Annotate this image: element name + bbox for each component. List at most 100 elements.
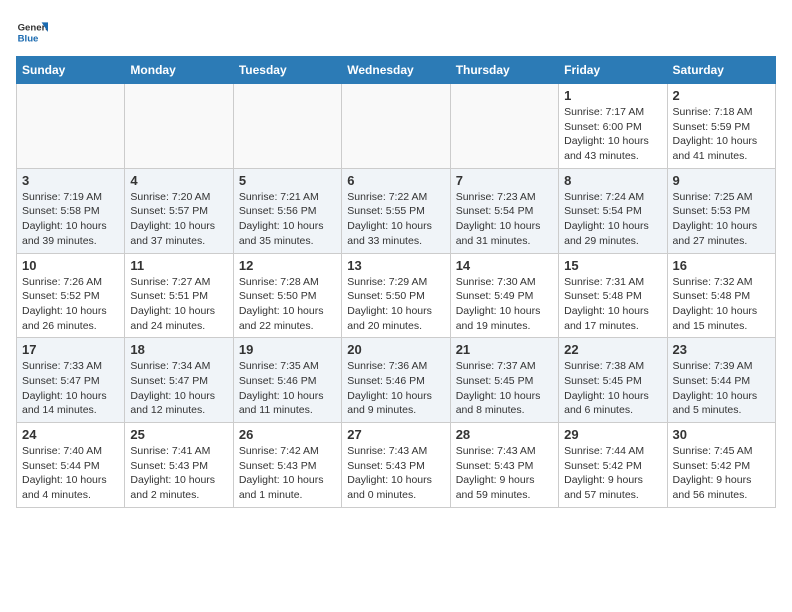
day-number: 12 <box>239 258 336 273</box>
day-number: 21 <box>456 342 553 357</box>
day-number: 6 <box>347 173 444 188</box>
day-number: 22 <box>564 342 661 357</box>
page-header: General Blue <box>16 16 776 48</box>
day-number: 5 <box>239 173 336 188</box>
calendar-cell: 26 Sunrise: 7:42 AM Sunset: 5:43 PM Dayli… <box>233 423 341 508</box>
day-info: Sunrise: 7:32 AM Sunset: 5:48 PM Dayligh… <box>673 275 770 334</box>
day-info: Sunrise: 7:33 AM Sunset: 5:47 PM Dayligh… <box>22 359 119 418</box>
day-info: Sunrise: 7:43 AM Sunset: 5:43 PM Dayligh… <box>456 444 553 503</box>
calendar-cell: 15 Sunrise: 7:31 AM Sunset: 5:48 PM Dayli… <box>559 253 667 338</box>
weekday-header-thursday: Thursday <box>450 57 558 84</box>
calendar-cell: 7 Sunrise: 7:23 AM Sunset: 5:54 PM Daylig… <box>450 168 558 253</box>
week-row-1: 1Sunrise: 7:17 AM Sunset: 6:00 PM Daylig… <box>17 84 776 169</box>
day-number: 24 <box>22 427 119 442</box>
week-row-3: 10Sunrise: 7:26 AM Sunset: 5:52 PM Dayli… <box>17 253 776 338</box>
calendar-cell <box>17 84 125 169</box>
day-info: Sunrise: 7:38 AM Sunset: 5:45 PM Dayligh… <box>564 359 661 418</box>
calendar-cell: 25Sunrise: 7:41 AM Sunset: 5:43 PM Dayli… <box>125 423 233 508</box>
day-info: Sunrise: 7:28 AM Sunset: 5:50 PM Dayligh… <box>239 275 336 334</box>
calendar-cell: 17 Sunrise: 7:33 AM Sunset: 5:47 PM Dayli… <box>17 338 125 423</box>
day-info: Sunrise: 7:45 AM Sunset: 5:42 PM Dayligh… <box>673 444 770 503</box>
day-info: Sunrise: 7:40 AM Sunset: 5:44 PM Dayligh… <box>22 444 119 503</box>
day-info: Sunrise: 7:42 AM Sunset: 5:43 PM Dayligh… <box>239 444 336 503</box>
day-number: 7 <box>456 173 553 188</box>
day-info: Sunrise: 7:39 AM Sunset: 5:44 PM Dayligh… <box>673 359 770 418</box>
day-info: Sunrise: 7:34 AM Sunset: 5:47 PM Dayligh… <box>130 359 227 418</box>
calendar-cell: 20 Sunrise: 7:36 AM Sunset: 5:46 PM Dayli… <box>342 338 450 423</box>
calendar-cell: 24 Sunrise: 7:40 AM Sunset: 5:44 PM Dayli… <box>17 423 125 508</box>
weekday-header-friday: Friday <box>559 57 667 84</box>
day-info: Sunrise: 7:35 AM Sunset: 5:46 PM Dayligh… <box>239 359 336 418</box>
day-number: 25 <box>130 427 227 442</box>
calendar-cell <box>450 84 558 169</box>
day-number: 15 <box>564 258 661 273</box>
calendar-cell: 2 Sunrise: 7:18 AM Sunset: 5:59 PM Daylig… <box>667 84 775 169</box>
day-number: 29 <box>564 427 661 442</box>
calendar-cell: 3 Sunrise: 7:19 AM Sunset: 5:58 PM Daylig… <box>17 168 125 253</box>
day-number: 14 <box>456 258 553 273</box>
weekday-header-tuesday: Tuesday <box>233 57 341 84</box>
day-info: Sunrise: 7:23 AM Sunset: 5:54 PM Dayligh… <box>456 190 553 249</box>
day-number: 18 <box>130 342 227 357</box>
calendar-cell: 23 Sunrise: 7:39 AM Sunset: 5:44 PM Dayli… <box>667 338 775 423</box>
calendar-cell: 28 Sunrise: 7:43 AM Sunset: 5:43 PM Dayli… <box>450 423 558 508</box>
day-number: 13 <box>347 258 444 273</box>
calendar-cell: 11 Sunrise: 7:27 AM Sunset: 5:51 PM Dayli… <box>125 253 233 338</box>
day-number: 3 <box>22 173 119 188</box>
calendar-cell: 10Sunrise: 7:26 AM Sunset: 5:52 PM Dayli… <box>17 253 125 338</box>
day-number: 16 <box>673 258 770 273</box>
calendar-cell: 18 Sunrise: 7:34 AM Sunset: 5:47 PM Dayli… <box>125 338 233 423</box>
day-number: 2 <box>673 88 770 103</box>
calendar-cell <box>342 84 450 169</box>
day-info: Sunrise: 7:29 AM Sunset: 5:50 PM Dayligh… <box>347 275 444 334</box>
day-info: Sunrise: 7:18 AM Sunset: 5:59 PM Dayligh… <box>673 105 770 164</box>
logo: General Blue <box>16 16 48 48</box>
day-info: Sunrise: 7:31 AM Sunset: 5:48 PM Dayligh… <box>564 275 661 334</box>
calendar-cell: 21 Sunrise: 7:37 AM Sunset: 5:45 PM Dayli… <box>450 338 558 423</box>
day-info: Sunrise: 7:37 AM Sunset: 5:45 PM Dayligh… <box>456 359 553 418</box>
calendar-cell: 8Sunrise: 7:24 AM Sunset: 5:54 PM Daylig… <box>559 168 667 253</box>
day-info: Sunrise: 7:20 AM Sunset: 5:57 PM Dayligh… <box>130 190 227 249</box>
day-info: Sunrise: 7:22 AM Sunset: 5:55 PM Dayligh… <box>347 190 444 249</box>
calendar-cell: 6 Sunrise: 7:22 AM Sunset: 5:55 PM Daylig… <box>342 168 450 253</box>
calendar-table: SundayMondayTuesdayWednesdayThursdayFrid… <box>16 56 776 508</box>
day-info: Sunrise: 7:19 AM Sunset: 5:58 PM Dayligh… <box>22 190 119 249</box>
weekday-header-row: SundayMondayTuesdayWednesdayThursdayFrid… <box>17 57 776 84</box>
calendar-cell: 4 Sunrise: 7:20 AM Sunset: 5:57 PM Daylig… <box>125 168 233 253</box>
calendar-cell: 30 Sunrise: 7:45 AM Sunset: 5:42 PM Dayli… <box>667 423 775 508</box>
day-info: Sunrise: 7:44 AM Sunset: 5:42 PM Dayligh… <box>564 444 661 503</box>
weekday-header-sunday: Sunday <box>17 57 125 84</box>
day-info: Sunrise: 7:21 AM Sunset: 5:56 PM Dayligh… <box>239 190 336 249</box>
week-row-5: 24 Sunrise: 7:40 AM Sunset: 5:44 PM Dayli… <box>17 423 776 508</box>
calendar-cell: 14 Sunrise: 7:30 AM Sunset: 5:49 PM Dayli… <box>450 253 558 338</box>
day-info: Sunrise: 7:17 AM Sunset: 6:00 PM Dayligh… <box>564 105 661 164</box>
day-number: 17 <box>22 342 119 357</box>
day-number: 20 <box>347 342 444 357</box>
weekday-header-saturday: Saturday <box>667 57 775 84</box>
weekday-header-wednesday: Wednesday <box>342 57 450 84</box>
day-number: 30 <box>673 427 770 442</box>
calendar-cell: 9Sunrise: 7:25 AM Sunset: 5:53 PM Daylig… <box>667 168 775 253</box>
day-info: Sunrise: 7:26 AM Sunset: 5:52 PM Dayligh… <box>22 275 119 334</box>
day-info: Sunrise: 7:43 AM Sunset: 5:43 PM Dayligh… <box>347 444 444 503</box>
calendar-cell: 12 Sunrise: 7:28 AM Sunset: 5:50 PM Dayli… <box>233 253 341 338</box>
calendar-cell: 27 Sunrise: 7:43 AM Sunset: 5:43 PM Dayli… <box>342 423 450 508</box>
calendar-cell: 29 Sunrise: 7:44 AM Sunset: 5:42 PM Dayli… <box>559 423 667 508</box>
day-number: 4 <box>130 173 227 188</box>
day-number: 28 <box>456 427 553 442</box>
day-info: Sunrise: 7:36 AM Sunset: 5:46 PM Dayligh… <box>347 359 444 418</box>
calendar-cell: 16 Sunrise: 7:32 AM Sunset: 5:48 PM Dayli… <box>667 253 775 338</box>
day-info: Sunrise: 7:27 AM Sunset: 5:51 PM Dayligh… <box>130 275 227 334</box>
day-number: 26 <box>239 427 336 442</box>
day-number: 27 <box>347 427 444 442</box>
day-info: Sunrise: 7:30 AM Sunset: 5:49 PM Dayligh… <box>456 275 553 334</box>
calendar-cell: 22 Sunrise: 7:38 AM Sunset: 5:45 PM Dayli… <box>559 338 667 423</box>
calendar-cell: 1Sunrise: 7:17 AM Sunset: 6:00 PM Daylig… <box>559 84 667 169</box>
logo-icon: General Blue <box>16 16 48 48</box>
day-number: 11 <box>130 258 227 273</box>
day-number: 19 <box>239 342 336 357</box>
calendar-cell <box>125 84 233 169</box>
calendar-cell: 19 Sunrise: 7:35 AM Sunset: 5:46 PM Dayli… <box>233 338 341 423</box>
day-info: Sunrise: 7:25 AM Sunset: 5:53 PM Dayligh… <box>673 190 770 249</box>
day-number: 23 <box>673 342 770 357</box>
